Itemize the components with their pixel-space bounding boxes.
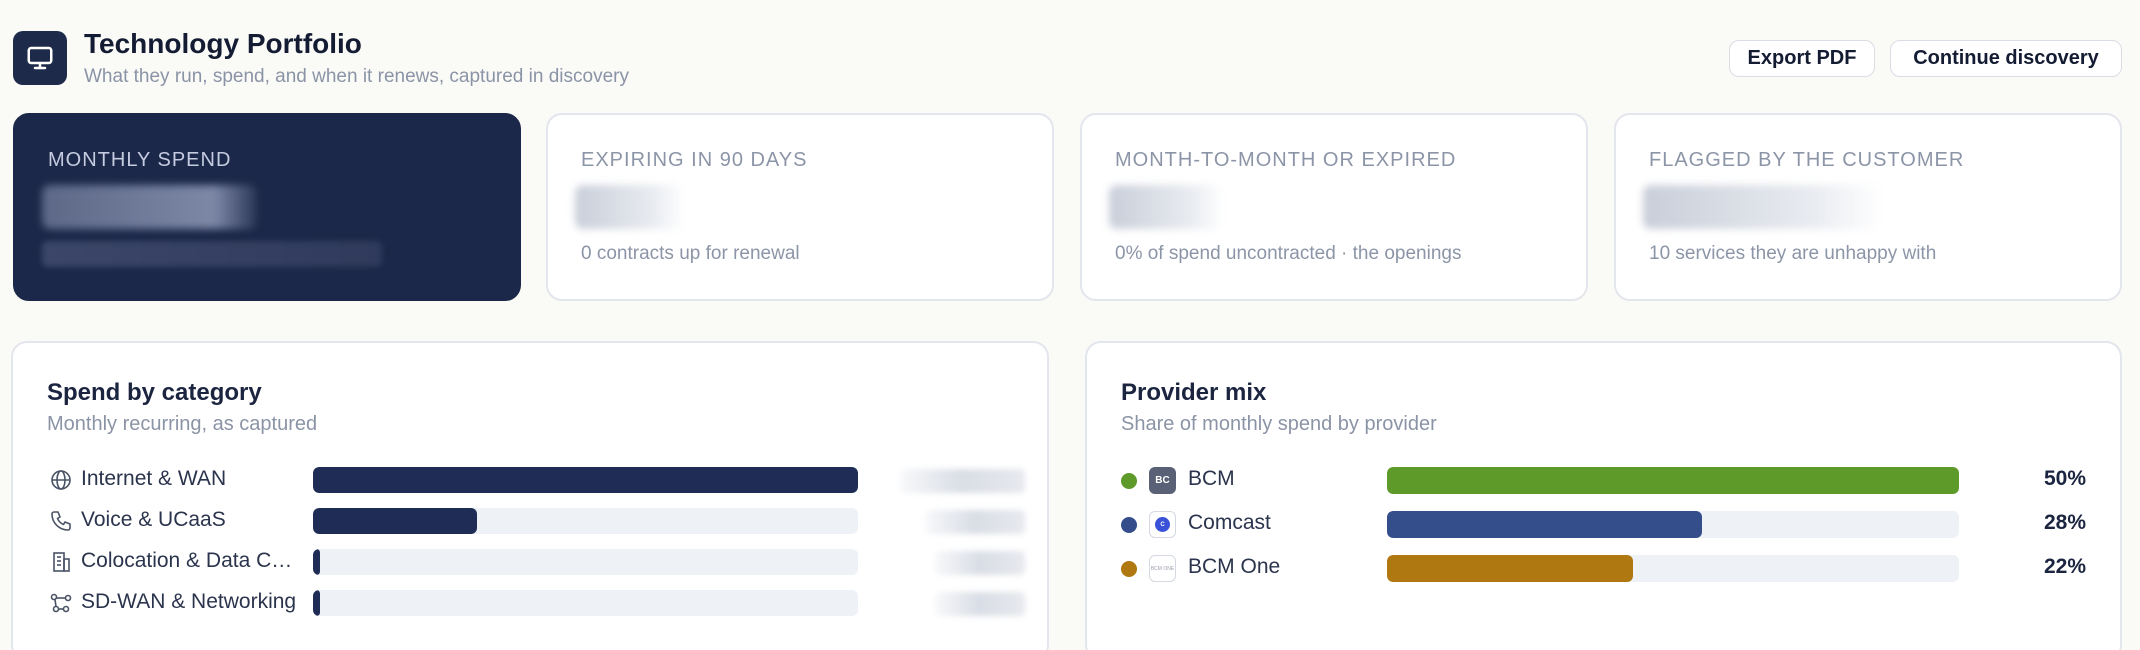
category-bar-track xyxy=(313,590,858,616)
panel-subtitle: Share of monthly spend by provider xyxy=(1121,413,1437,435)
category-amount-redacted xyxy=(900,469,1025,493)
kpi-card-expiring: Expiring in 90 days 0 contracts up for r… xyxy=(546,113,1054,301)
legend-dot xyxy=(1121,517,1137,533)
legend-dot xyxy=(1121,473,1137,489)
export-pdf-button[interactable]: Export PDF xyxy=(1729,40,1875,77)
category-amount-redacted xyxy=(935,551,1025,575)
provider-logo-mark: C xyxy=(1155,517,1170,532)
category-bar-track xyxy=(313,467,858,493)
provider-bar-fill xyxy=(1387,511,1702,538)
provider-percent: 50% xyxy=(2043,467,2086,490)
category-amount-redacted xyxy=(925,510,1025,534)
kpi-sub: 10 services they are unhappy with xyxy=(1649,243,1937,264)
monitor-icon xyxy=(13,31,67,85)
category-row: Voice & UCaaS xyxy=(13,506,1047,536)
kpi-value-redacted xyxy=(1643,185,1883,229)
kpi-sub-redacted xyxy=(42,241,382,267)
provider-bar-track xyxy=(1387,511,1959,538)
phone-icon xyxy=(49,509,73,533)
page-subtitle: What they run, spend, and when it renews… xyxy=(84,66,629,87)
provider-row: C Comcast 28% xyxy=(1087,509,2120,539)
kpi-card-monthly-spend: Monthly spend xyxy=(13,113,521,301)
category-label: Internet & WAN xyxy=(81,467,227,490)
kpi-label: Month-to-month or expired xyxy=(1115,149,1457,171)
category-bar-fill xyxy=(313,590,320,616)
kpi-value-redacted xyxy=(42,185,257,229)
provider-name: BCM One xyxy=(1188,555,1281,578)
category-amount-redacted xyxy=(935,592,1025,616)
category-label: Voice & UCaaS xyxy=(81,508,226,531)
category-bar-fill xyxy=(313,467,858,493)
panel-title: Spend by category xyxy=(47,379,262,406)
provider-row: BCM ONE BCM One 22% xyxy=(1087,553,2120,583)
provider-name: BCM xyxy=(1188,467,1235,490)
provider-logo: BC xyxy=(1149,467,1176,494)
kpi-value-redacted xyxy=(575,185,685,229)
provider-name: Comcast xyxy=(1188,511,1271,534)
globe-icon xyxy=(49,468,73,492)
category-row: Colocation & Data Center xyxy=(13,547,1047,577)
provider-bar-fill xyxy=(1387,555,1633,582)
provider-logo: C xyxy=(1149,511,1176,538)
spend-by-category-panel: Spend by category Monthly recurring, as … xyxy=(11,341,1049,650)
kpi-label: Monthly spend xyxy=(48,149,232,171)
category-bar-fill xyxy=(313,508,477,534)
page-title: Technology Portfolio xyxy=(84,28,362,59)
page-header: Technology Portfolio What they run, spen… xyxy=(13,28,2122,98)
kpi-label: Flagged by the customer xyxy=(1649,149,1965,171)
network-icon xyxy=(49,591,73,615)
continue-discovery-button[interactable]: Continue discovery xyxy=(1890,40,2122,77)
kpi-label: Expiring in 90 days xyxy=(581,149,808,171)
panel-title: Provider mix xyxy=(1121,379,1267,406)
category-label: SD-WAN & Networking xyxy=(81,590,297,613)
provider-mix-panel: Provider mix Share of monthly spend by p… xyxy=(1085,341,2122,650)
category-row: SD-WAN & Networking xyxy=(13,588,1047,618)
kpi-sub: 0% of spend uncontracted · the openings xyxy=(1115,243,1462,264)
kpi-card-month-to-month: Month-to-month or expired 0% of spend un… xyxy=(1080,113,1588,301)
kpi-sub: 0 contracts up for renewal xyxy=(581,243,800,264)
provider-bar-fill xyxy=(1387,467,1959,494)
category-row: Internet & WAN xyxy=(13,465,1047,495)
provider-bar-track xyxy=(1387,467,1959,494)
category-bar-track xyxy=(313,549,858,575)
provider-row: BC BCM 50% xyxy=(1087,465,2120,495)
building-icon xyxy=(49,550,73,574)
provider-bar-track xyxy=(1387,555,1959,582)
kpi-card-flagged: Flagged by the customer 10 services they… xyxy=(1614,113,2122,301)
provider-logo: BCM ONE xyxy=(1149,555,1176,582)
category-bar-fill xyxy=(313,549,320,575)
provider-percent: 28% xyxy=(2043,511,2086,534)
legend-dot xyxy=(1121,561,1137,577)
category-bar-track xyxy=(313,508,858,534)
panel-subtitle: Monthly recurring, as captured xyxy=(47,413,318,435)
provider-percent: 22% xyxy=(2043,555,2086,578)
category-label: Colocation & Data Center xyxy=(81,549,299,572)
kpi-value-redacted xyxy=(1109,185,1224,229)
